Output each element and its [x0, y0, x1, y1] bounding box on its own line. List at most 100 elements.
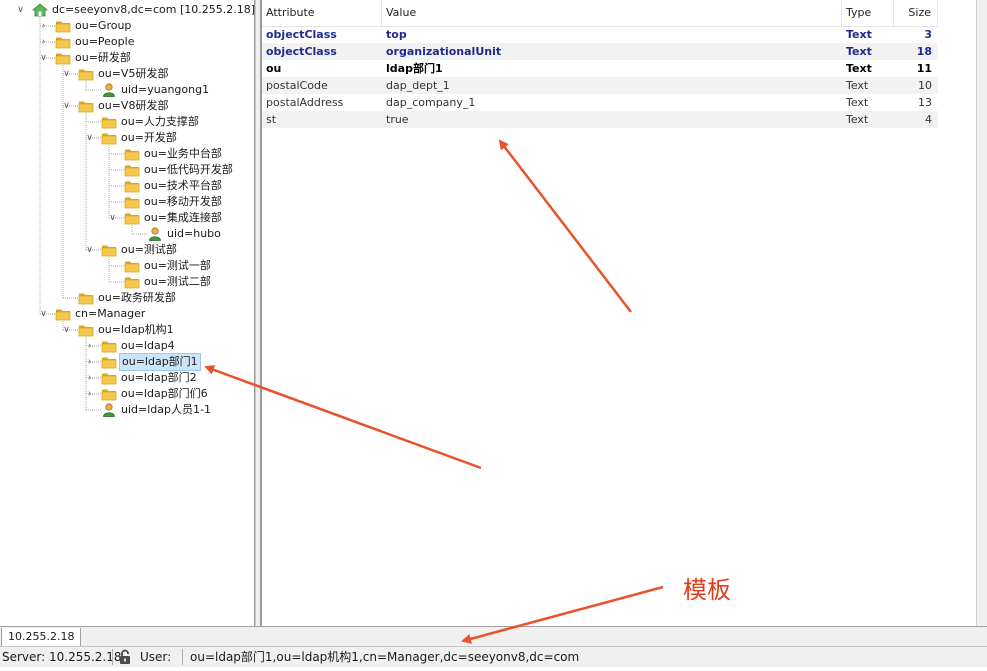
tree-node-label: ou=测试二部 [144, 275, 211, 288]
status-separator [182, 649, 183, 665]
attribute-row[interactable]: postalAddress dap_company_1 Text 13 [262, 94, 938, 111]
column-header-attribute[interactable]: Attribute [262, 0, 382, 26]
tree-node[interactable]: ∨ ou=ldap机构1 [0, 322, 254, 338]
tree-node-label: ou=People [75, 35, 135, 48]
tree-node[interactable]: ou=低代码开发部 [0, 162, 254, 178]
attribute-name-cell: postalAddress [266, 96, 344, 109]
attribute-row[interactable]: postalCode dap_dept_1 Text 10 [262, 77, 938, 94]
tree-node[interactable]: › ou=ldap部门们6 [0, 386, 254, 402]
chevron-down-icon[interactable]: ∨ [61, 98, 72, 114]
tree-node-label: uid=yuangong1 [121, 83, 210, 96]
chevron-right-icon[interactable]: › [38, 34, 49, 50]
attribute-value-cell: organizationalUnit [386, 45, 502, 58]
tree-node[interactable]: › ou=ldap部门2 [0, 370, 254, 386]
tree-pane[interactable]: ∨ dc=seeyonv8,dc=com [10.255.2.18] › ou=Gro… [0, 0, 255, 626]
tree-node[interactable]: ∨ ou=V5研发部 [0, 66, 254, 82]
attribute-row[interactable]: objectClass organizationalUnit Text 18 [262, 43, 938, 60]
server-icon [31, 3, 49, 17]
tree-node[interactable]: ∨ cn=Manager [0, 306, 254, 322]
tree-node-label: ou=人力支撑部 [121, 115, 199, 128]
chevron-right-icon[interactable]: › [84, 370, 95, 386]
folder-icon [55, 35, 71, 49]
column-header-size[interactable]: Size [894, 0, 938, 26]
tree-node[interactable]: ∨ ou=开发部 [0, 130, 254, 146]
status-dn: ou=ldap部门1,ou=ldap机构1,cn=Manager,dc=seey… [190, 650, 580, 664]
folder-icon [124, 163, 140, 177]
tree-node[interactable]: ∨ ou=测试部 [0, 242, 254, 258]
tree-node-label: ou=ldap部门们6 [121, 387, 208, 400]
tree-node[interactable]: ou=测试一部 [0, 258, 254, 274]
attribute-row[interactable]: ou ldap部门1 Text 11 [262, 60, 938, 77]
tree-node[interactable]: › ou=People [0, 34, 254, 50]
attribute-name-cell: objectClass [266, 28, 337, 41]
column-header-type[interactable]: Type [842, 0, 894, 26]
tree-node[interactable]: ou=业务中台部 [0, 146, 254, 162]
tree-node[interactable]: ∨ ou=研发部 [0, 50, 254, 66]
status-server: Server: 10.255.2.18 [2, 650, 122, 664]
attribute-type-cell: Text [846, 79, 869, 92]
folder-icon [124, 147, 140, 161]
chevron-down-icon[interactable]: ∨ [38, 306, 49, 322]
chevron-down-icon[interactable]: ∨ [107, 210, 118, 226]
user-icon [147, 227, 163, 241]
status-bar: Server: 10.255.2.18 User: ou=ldap部门1,ou=… [0, 646, 987, 667]
attribute-value-cell: dap_company_1 [386, 96, 476, 109]
tree-node[interactable]: ou=人力支撑部 [0, 114, 254, 130]
attribute-value-cell: true [386, 113, 409, 126]
tree-node-label: ou=研发部 [75, 51, 131, 64]
tree-node-label: uid=hubo [167, 227, 221, 240]
chevron-down-icon[interactable]: ∨ [84, 130, 95, 146]
chevron-right-icon[interactable]: › [84, 386, 95, 402]
tree-node[interactable]: uid=yuangong1 [0, 82, 254, 98]
tree-node-label: ou=集成连接部 [144, 211, 222, 224]
attribute-size-cell: 3 [924, 28, 932, 41]
tree-node[interactable]: uid=ldap人员1-1 [0, 402, 254, 418]
tree-node[interactable]: ou=移动开发部 [0, 194, 254, 210]
tree-node[interactable]: › ou=ldap4 [0, 338, 254, 354]
attribute-value-cell: top [386, 28, 407, 41]
chevron-down-icon[interactable]: ∨ [84, 242, 95, 258]
tree-node[interactable]: uid=hubo [0, 226, 254, 242]
tree-node-label: ou=测试部 [121, 243, 177, 256]
folder-icon [101, 371, 117, 385]
tree-node-label: ou=ldap部门2 [121, 371, 197, 384]
attribute-row[interactable]: objectClass top Text 3 [262, 26, 938, 43]
tree-node-label: ou=ldap部门1 [119, 353, 201, 371]
chevron-down-icon[interactable]: ∨ [15, 2, 26, 18]
server-tab-strip: 10.255.2.18 [0, 626, 987, 647]
folder-icon [124, 211, 140, 225]
folder-icon [124, 259, 140, 273]
tree-node-label: ou=业务中台部 [144, 147, 222, 160]
annotation-label: 模板 [683, 576, 731, 604]
tree-node[interactable]: ∨ dc=seeyonv8,dc=com [10.255.2.18] [0, 2, 254, 18]
tree-node-label: dc=seeyonv8,dc=com [10.255.2.18] [52, 3, 255, 16]
attribute-type-cell: Text [846, 28, 872, 41]
tree-node[interactable]: ou=测试二部 [0, 274, 254, 290]
attribute-size-cell: 10 [918, 79, 932, 92]
server-tab[interactable]: 10.255.2.18 [1, 628, 82, 647]
attribute-row[interactable]: st true Text 4 [262, 111, 938, 128]
chevron-down-icon[interactable]: ∨ [61, 322, 72, 338]
attribute-value-cell: dap_dept_1 [386, 79, 450, 92]
tree-node[interactable]: › ou=Group [0, 18, 254, 34]
attribute-size-cell: 18 [916, 45, 932, 58]
chevron-right-icon[interactable]: › [84, 338, 95, 354]
chevron-right-icon[interactable]: › [84, 354, 95, 370]
folder-icon [101, 243, 117, 257]
tree-node[interactable]: ∨ ou=V8研发部 [0, 98, 254, 114]
user-icon [101, 83, 117, 97]
tree-node-label: ou=政务研发部 [98, 291, 176, 304]
chevron-right-icon[interactable]: › [38, 18, 49, 34]
folder-icon [101, 115, 117, 129]
attribute-pane[interactable]: Attribute Value Type Size objectClass top… [261, 0, 977, 626]
tree-node[interactable]: ou=技术平台部 [0, 178, 254, 194]
tree-node-label: ou=V5研发部 [98, 67, 169, 80]
tree-node[interactable]: ∨ ou=集成连接部 [0, 210, 254, 226]
tree-node[interactable]: › ou=ldap部门1 [0, 353, 254, 371]
column-header-value[interactable]: Value [382, 0, 842, 26]
chevron-down-icon[interactable]: ∨ [61, 66, 72, 82]
tree-node-label: ou=测试一部 [144, 259, 211, 272]
tree-node[interactable]: ou=政务研发部 [0, 290, 254, 306]
right-scrollbar[interactable] [976, 0, 987, 626]
chevron-down-icon[interactable]: ∨ [38, 50, 49, 66]
